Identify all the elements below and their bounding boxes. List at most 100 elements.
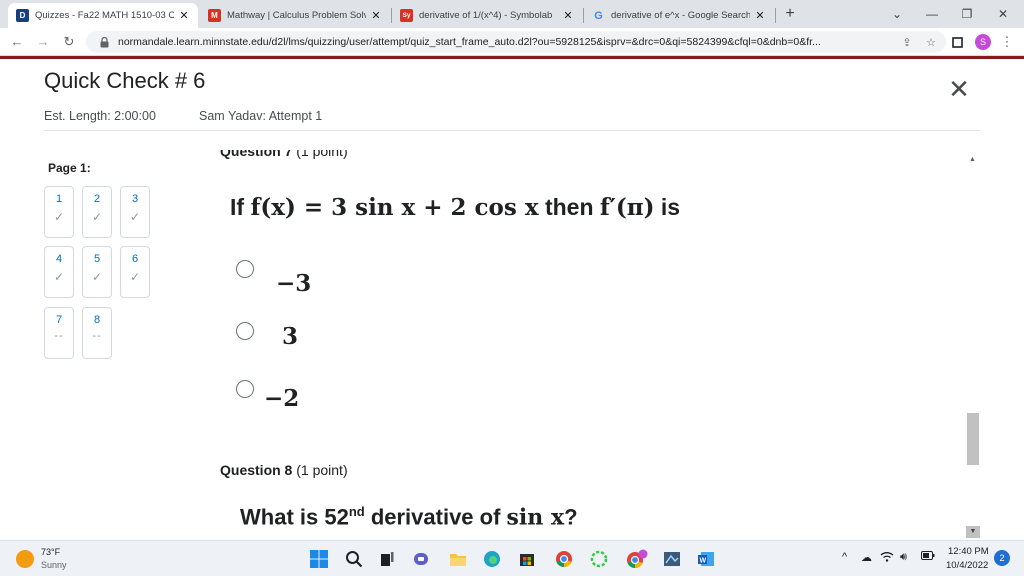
symbolab-favicon-icon: Sy <box>400 9 413 22</box>
edge-browser-icon[interactable] <box>481 548 503 570</box>
answer-choice-1: −3 <box>276 270 312 297</box>
question-tile-4[interactable]: 4 ✓ <box>44 246 74 298</box>
question-tile-8[interactable]: 8 -- <box>82 307 112 359</box>
address-bar[interactable]: normandale.learn.minnstate.edu/d2l/lms/q… <box>86 31 946 53</box>
teams-chat-icon[interactable] <box>410 548 432 570</box>
close-icon[interactable]: ✕ <box>370 9 382 22</box>
windows-taskbar: 73°F Sunny W ^ ☁ 🔊︎ 12:40 PM 10/4/2022 2 <box>0 540 1024 576</box>
question-tile-2[interactable]: 2 ✓ <box>82 186 112 238</box>
profile-avatar[interactable]: S <box>974 33 992 51</box>
q8-text-b: derivative of <box>364 504 507 530</box>
new-tab-button[interactable]: + <box>781 5 799 23</box>
question-pane: Question 7 (1 point) . If f(x) = 3 sin x… <box>212 150 980 538</box>
bookmark-star-icon[interactable]: ☆ <box>922 36 940 49</box>
answer-choice-3: −2 <box>264 385 300 412</box>
question-7-label: Question 7 <box>220 150 293 159</box>
scroll-up-arrow-icon[interactable]: ▲ <box>969 156 976 163</box>
tile-number: 4 <box>55 253 63 265</box>
tab-search-chevron-down-icon[interactable]: ⌄ <box>888 5 906 23</box>
google-favicon-icon: G <box>594 9 603 22</box>
q8-ordinal: nd <box>348 504 365 519</box>
question-tile-6[interactable]: 6 ✓ <box>120 246 150 298</box>
microsoft-store-icon[interactable] <box>516 548 538 570</box>
onedrive-cloud-icon[interactable]: ☁ <box>861 551 872 564</box>
notification-badge[interactable]: 2 <box>994 550 1010 566</box>
tile-number: 8 <box>93 314 101 326</box>
clock-time[interactable]: 12:40 PM <box>948 546 989 557</box>
wifi-icon[interactable] <box>880 551 894 565</box>
tab-mathway[interactable]: M Mathway | Calculus Problem Solv ✕ <box>200 3 390 28</box>
page-label: Page 1: <box>48 161 91 175</box>
question-8-text: What is 52nd derivative of sin x? <box>240 504 578 530</box>
checkmark-icon: ✓ <box>91 270 103 284</box>
sun-icon[interactable] <box>16 550 34 568</box>
minimize-icon[interactable]: — <box>923 5 941 23</box>
question-scrollbar[interactable]: ▲ ▼ <box>966 154 980 538</box>
ring-app-icon[interactable] <box>588 548 610 570</box>
q8-text-a: What is 52 <box>240 504 349 530</box>
tab-title: Mathway | Calculus Problem Solv <box>227 10 366 21</box>
scroll-down-arrow-icon[interactable]: ▼ <box>966 526 980 538</box>
show-hidden-icons-chevron-icon[interactable]: ^ <box>842 551 847 563</box>
close-icon[interactable]: ✕ <box>178 9 190 22</box>
extension-square-icon[interactable] <box>948 33 966 51</box>
browser-menu-icon[interactable]: ⋮ <box>998 33 1016 51</box>
question-tile-1[interactable]: 1 ✓ <box>44 186 74 238</box>
file-explorer-icon[interactable] <box>447 548 469 570</box>
scroll-thumb[interactable] <box>967 413 979 465</box>
word-icon[interactable]: W <box>695 548 717 570</box>
checkmark-icon: ✓ <box>91 210 103 224</box>
checkmark-icon: ✓ <box>53 270 65 284</box>
d2l-favicon-icon: D <box>16 9 29 22</box>
close-quiz-icon[interactable]: ✕ <box>948 76 970 102</box>
weather-condition[interactable]: Sunny <box>41 560 67 570</box>
tile-number: 6 <box>131 253 139 265</box>
answer-radio-3[interactable] <box>236 380 254 398</box>
forward-arrow-icon[interactable]: → <box>34 33 52 51</box>
question-tile-5[interactable]: 5 ✓ <box>82 246 112 298</box>
q7-function: f(x) = 3 sin x + 2 cos x <box>250 194 539 221</box>
close-icon[interactable]: ✕ <box>562 9 574 22</box>
chrome-profile-icon[interactable] <box>626 548 648 570</box>
weather-temperature[interactable]: 73°F <box>41 547 60 557</box>
unanswered-dash: -- <box>54 330 64 342</box>
checkmark-icon: ✓ <box>129 210 141 224</box>
mathway-favicon-icon: M <box>208 9 221 22</box>
clock-date[interactable]: 10/4/2022 <box>946 560 988 571</box>
unanswered-dash: -- <box>92 330 102 342</box>
screen-app-icon[interactable] <box>661 548 683 570</box>
checkmark-icon: ✓ <box>129 270 141 284</box>
d2l-accent-bar <box>0 56 1024 59</box>
q7-prefix: If <box>230 194 251 220</box>
question-tile-7[interactable]: 7 -- <box>44 307 74 359</box>
answer-radio-1[interactable] <box>236 260 254 278</box>
question-7-points: (1 point) <box>296 150 348 159</box>
reload-icon[interactable]: ↻ <box>60 33 78 51</box>
tab-strip: D Quizzes - Fa22 MATH 1510-03 Ca ✕ M Mat… <box>0 0 1024 28</box>
restore-icon[interactable]: ❐ <box>958 5 976 23</box>
svg-text:W: W <box>700 558 707 565</box>
tile-number: 5 <box>93 253 101 265</box>
task-view-icon[interactable] <box>376 548 398 570</box>
search-icon[interactable] <box>343 548 365 570</box>
battery-icon[interactable] <box>921 551 935 563</box>
tab-google-search[interactable]: G derivative of e^x - Google Search ✕ <box>584 3 774 28</box>
answer-radio-2[interactable] <box>236 322 254 340</box>
profile-initial: S <box>975 34 991 50</box>
tab-title: derivative of e^x - Google Search <box>611 10 750 21</box>
tab-quizzes[interactable]: D Quizzes - Fa22 MATH 1510-03 Ca ✕ <box>8 3 198 28</box>
back-arrow-icon[interactable]: ← <box>8 33 26 51</box>
page-title: Quick Check # 6 <box>44 68 206 93</box>
windows-start-icon[interactable] <box>308 548 330 570</box>
tile-number: 1 <box>55 193 63 205</box>
volume-icon[interactable]: 🔊︎ <box>900 551 907 564</box>
tab-separator <box>775 8 776 23</box>
share-icon[interactable]: ⇪ <box>898 36 916 49</box>
window-close-icon[interactable]: ✕ <box>994 5 1012 23</box>
chrome-icon[interactable] <box>553 548 575 570</box>
close-icon[interactable]: ✕ <box>754 9 766 22</box>
tab-symbolab[interactable]: Sy derivative of 1/(x^4) - Symbolab ✕ <box>392 3 582 28</box>
url-text[interactable]: normandale.learn.minnstate.edu/d2l/lms/q… <box>118 36 898 48</box>
question-tile-3[interactable]: 3 ✓ <box>120 186 150 238</box>
tile-number: 7 <box>55 314 63 326</box>
